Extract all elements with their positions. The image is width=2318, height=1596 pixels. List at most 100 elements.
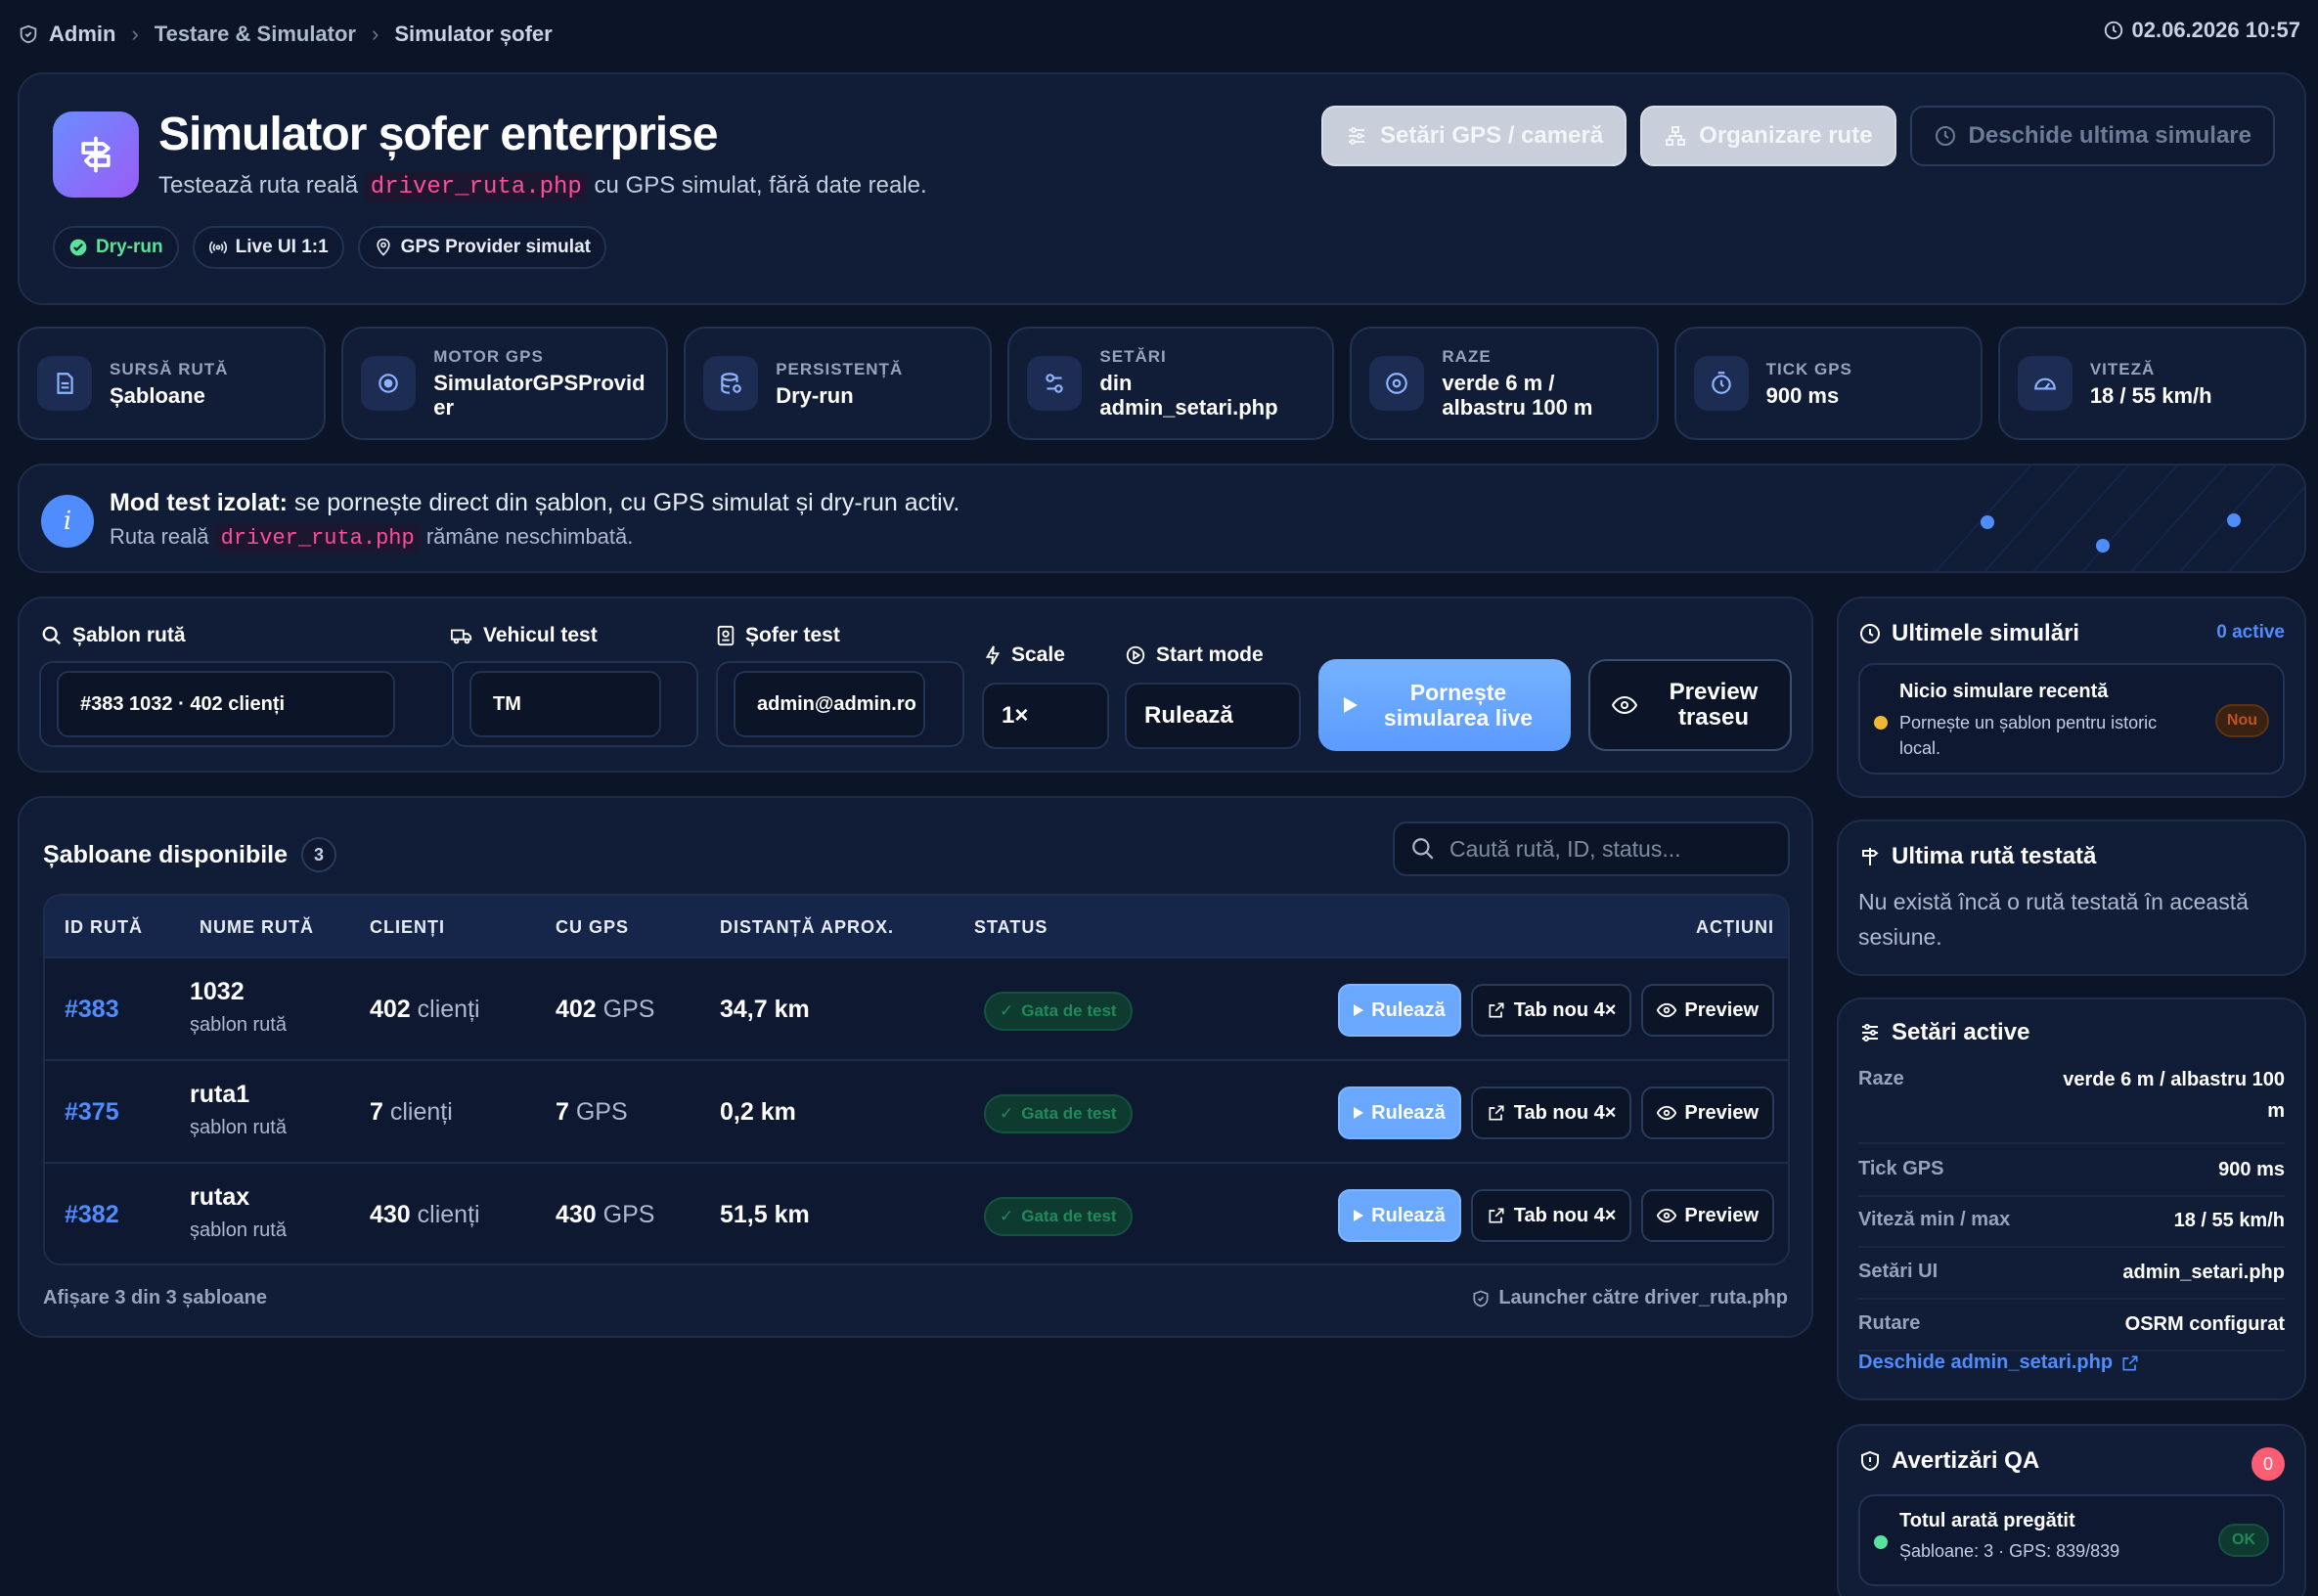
open-last-simulation-button[interactable]: Deschide ultima simulare [1909, 106, 2275, 166]
status-badge: ✓ Gata de test [984, 992, 1133, 1031]
driver-select[interactable]: admin@admin.ro [734, 671, 925, 737]
shield-alert-icon [1858, 1449, 1882, 1473]
launcher-note-text: Launcher către driver_ruta.php [1498, 1287, 1788, 1308]
table-header: ID RUTĂ NUME RUTĂ CLIENȚI CU GPS DISTANȚ… [45, 896, 1788, 956]
open-settings-link[interactable]: Deschide admin_setari.php [1858, 1352, 2140, 1374]
route-name-cell: rutax șablon rută [190, 1183, 287, 1242]
shield-icon [18, 23, 39, 45]
label-text: Șablon rută [72, 624, 186, 646]
clients-word: clienți [417, 1201, 480, 1228]
new-tab-button[interactable]: Tab nou 4× [1470, 1086, 1632, 1139]
gps-cell: 7 GPS [556, 1098, 628, 1127]
launcher-note: Launcher către driver_ruta.php [1471, 1287, 1788, 1309]
broadcast-icon [208, 238, 228, 257]
play-circle-icon [1125, 644, 1146, 666]
setting-key: Rutare [1858, 1312, 1921, 1334]
info-icon: i [41, 495, 94, 548]
new-tab-button[interactable]: Tab nou 4× [1470, 1189, 1632, 1242]
organize-routes-button[interactable]: Organizare rute [1640, 106, 1896, 166]
button-label: Preview [1684, 1204, 1759, 1226]
vehicle-box: TM [452, 661, 698, 747]
clients-cell: 430 clienți [370, 1201, 480, 1229]
database-icon [703, 356, 759, 411]
route-id-link[interactable]: #383 [65, 996, 119, 1024]
distance-cell: 0,2 km [720, 1098, 796, 1126]
button-label: Tab nou 4× [1513, 998, 1617, 1021]
route-id-link[interactable]: #375 [65, 1098, 119, 1127]
setting-value: 18 / 55 km/h [2173, 1210, 2285, 1231]
breadcrumb-testing[interactable]: Testare & Simulator [155, 22, 356, 47]
button-label: Setări GPS / cameră [1380, 122, 1604, 149]
truck-icon [450, 625, 473, 646]
ok-badge: OK [2218, 1524, 2269, 1557]
active-count: 0 active [2216, 622, 2285, 643]
templates-table: ID RUTĂ NUME RUTĂ CLIENȚI CU GPS DISTANȚ… [43, 894, 1790, 1265]
route-template-select[interactable]: #383 1032 · 402 clienți [57, 671, 395, 737]
radius-icon [1369, 356, 1425, 411]
stat-label: TICK GPS [1765, 359, 1852, 378]
setting-row-ui: Setări UI admin_setari.php [1858, 1261, 2285, 1300]
start-live-simulation-button[interactable]: Pornește simularea live [1318, 659, 1571, 751]
banner-text: se pornește direct din șablon, cu GPS si… [293, 489, 960, 516]
chip-live-ui: Live UI 1:1 [192, 226, 344, 269]
stat-label: RAZE [1442, 347, 1492, 366]
stat-gps-tick: TICK GPS 900 ms [1673, 327, 1983, 440]
row-actions: Rulează Tab nou 4× Preview [1338, 1189, 1774, 1242]
button-label: Preview [1684, 1101, 1759, 1124]
scale-select[interactable]: 1× [982, 683, 1109, 749]
clients-count: 7 [370, 1098, 383, 1126]
gps-settings-button[interactable]: Setări GPS / cameră [1321, 106, 1627, 166]
preview-route-button[interactable]: Preview traseu [1588, 659, 1792, 751]
run-button[interactable]: Rulează [1338, 1189, 1461, 1242]
route-template-label: Șablon rută [41, 624, 186, 647]
clients-word: clienți [417, 996, 480, 1023]
document-icon [37, 356, 92, 411]
run-button[interactable]: Rulează [1338, 984, 1461, 1037]
button-label: Pornește simularea live [1383, 680, 1534, 731]
templates-header: Șabloane disponibile 3 [43, 837, 337, 872]
clock-icon [1858, 622, 1882, 645]
stat-value: verde 6 m / albastru 100 m [1442, 371, 1593, 420]
button-label: Preview traseu [1669, 679, 1759, 731]
id-badge-icon [716, 625, 736, 646]
route-name: ruta1 [190, 1081, 250, 1108]
breadcrumb-admin[interactable]: Admin [49, 22, 115, 47]
setting-key: Tick GPS [1858, 1158, 1944, 1179]
start-mode-label: Start mode [1125, 643, 1264, 667]
col-gps: CU GPS [556, 917, 630, 937]
distance-cell: 34,7 km [720, 996, 810, 1023]
clock-icon [2103, 20, 2124, 41]
setting-row-tick: Tick GPS 900 ms [1858, 1158, 2285, 1197]
stat-settings: SETĂRI din admin_setari.php [1007, 327, 1335, 440]
shield-icon [1471, 1289, 1491, 1308]
stat-value: din admin_setari.php [1099, 371, 1278, 420]
chip-label: Dry-run [96, 237, 163, 257]
check-icon: ✓ [1000, 1001, 1014, 1020]
new-tab-button[interactable]: Tab nou 4× [1470, 984, 1632, 1037]
templates-search-input[interactable]: Caută rută, ID, status... [1393, 821, 1790, 876]
stat-label: VITEZĂ [2089, 359, 2156, 378]
stat-label: MOTOR GPS [433, 347, 544, 366]
col-name: NUME RUTĂ [200, 917, 314, 937]
gps-count: 7 [556, 1098, 569, 1126]
start-mode-select[interactable]: Rulează [1125, 683, 1301, 749]
preview-button[interactable]: Preview [1641, 1086, 1774, 1139]
chip-dry-run: Dry-run [53, 226, 179, 269]
datetime: 02.06.2026 10:57 [2103, 18, 2301, 43]
status-text: Gata de test [1021, 1207, 1117, 1225]
qa-warnings-panel: Avertizări QA 0 Totul arată pregătit Șab… [1837, 1424, 2306, 1596]
col-clients: CLIENȚI [370, 917, 445, 937]
run-button[interactable]: Rulează [1338, 1086, 1461, 1139]
stat-speed: VITEZĂ 18 / 55 km/h [1997, 327, 2307, 440]
play-icon [1354, 1210, 1364, 1221]
preview-button[interactable]: Preview [1641, 1189, 1774, 1242]
signpost-icon [1858, 845, 1882, 868]
route-id-link[interactable]: #382 [65, 1201, 119, 1229]
gps-word: GPS [602, 996, 655, 1023]
preview-button[interactable]: Preview [1641, 984, 1774, 1037]
table-row: #375 ruta1 șablon rută 7 clienți 7 GPS 0,… [45, 1059, 1788, 1162]
external-link-icon [2120, 1353, 2140, 1373]
vehicle-select[interactable]: TM [469, 671, 661, 737]
datetime-text: 02.06.2026 10:57 [2131, 18, 2301, 42]
hierarchy-icon [1664, 124, 1687, 148]
